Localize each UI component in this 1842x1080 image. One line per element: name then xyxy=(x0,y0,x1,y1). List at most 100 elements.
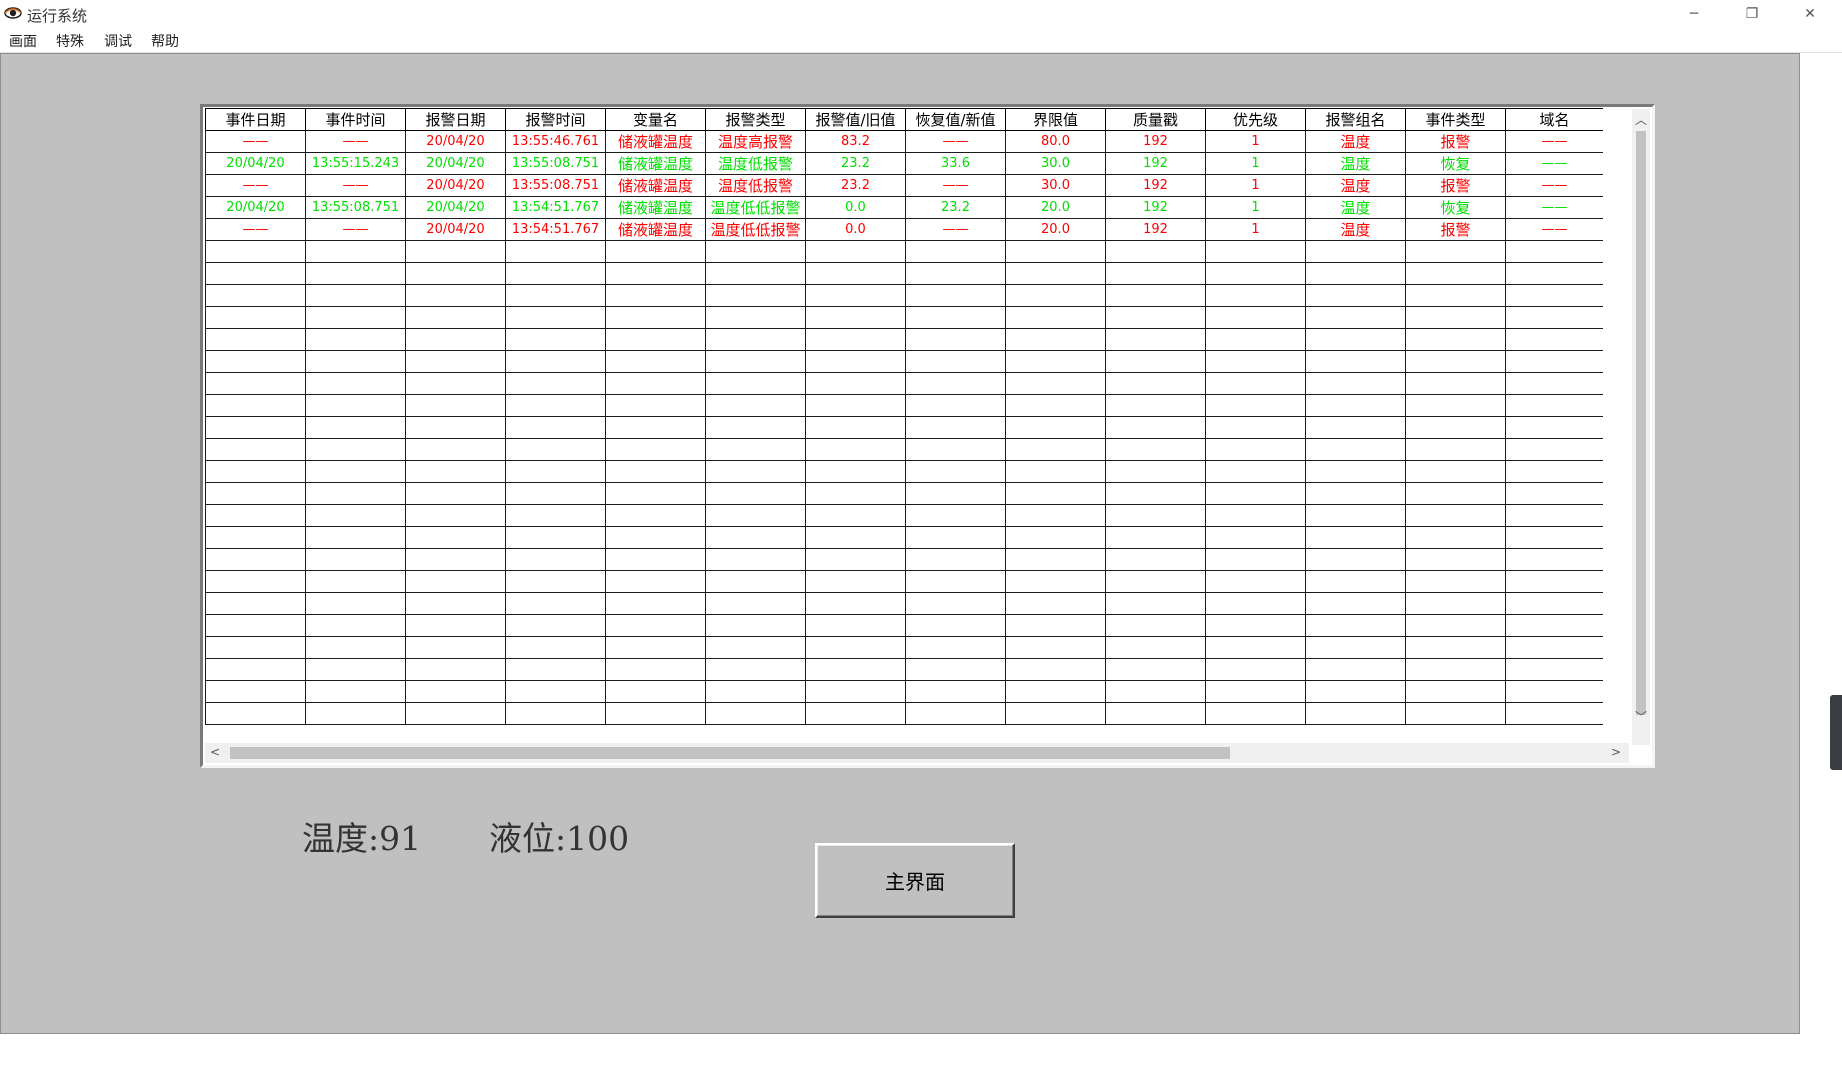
empty-table-row[interactable] xyxy=(205,460,1603,483)
table-cell xyxy=(1305,592,1406,615)
horizontal-scrollbar[interactable]: < > xyxy=(205,743,1629,763)
vertical-scroll-thumb[interactable] xyxy=(1636,131,1646,715)
column-header[interactable]: 变量名 xyxy=(605,108,706,131)
table-cell xyxy=(205,614,306,637)
main-screen-button[interactable]: 主界面 xyxy=(815,843,1015,918)
empty-table-row[interactable] xyxy=(205,680,1603,703)
table-row[interactable]: —— —— 20/04/20 13:55:46.761 储液罐温度 温度高报警 83.2 ——… xyxy=(205,130,1603,153)
table-cell: 温度低低报警 xyxy=(705,218,806,241)
table-cell xyxy=(205,350,306,373)
column-header[interactable]: 报警值/旧值 xyxy=(805,108,906,131)
table-cell xyxy=(905,548,1006,571)
alarm-grid[interactable]: 事件日期 事件时间 报警日期 报警时间 变量名 报警类型 报警值/旧值 恢复值/新值 界限值 质量… xyxy=(205,108,1603,744)
table-cell xyxy=(1005,262,1106,285)
table-cell xyxy=(705,570,806,593)
table-cell xyxy=(605,438,706,461)
empty-table-row[interactable] xyxy=(205,284,1603,307)
scroll-up-icon[interactable]: ︿ xyxy=(1632,111,1650,128)
table-cell: 报警 xyxy=(1405,174,1506,197)
empty-table-row[interactable] xyxy=(205,482,1603,505)
table-row[interactable]: 20/04/20 13:55:15.243 20/04/20 13:55:08.751… xyxy=(205,152,1603,175)
column-header[interactable]: 报警类型 xyxy=(705,108,806,131)
menu-item-help[interactable]: 帮助 xyxy=(151,31,179,51)
table-row[interactable]: 20/04/20 13:55:08.751 20/04/20 13:54:51.767… xyxy=(205,196,1603,219)
table-cell xyxy=(405,328,506,351)
table-row[interactable]: —— —— 20/04/20 13:54:51.767 储液罐温度 温度低低报警 0.0 ——… xyxy=(205,218,1603,241)
table-cell xyxy=(205,482,306,505)
column-header[interactable]: 优先级 xyxy=(1205,108,1306,131)
horizontal-scroll-thumb[interactable] xyxy=(230,747,1230,759)
empty-table-row[interactable] xyxy=(205,526,1603,549)
empty-table-row[interactable] xyxy=(205,570,1603,593)
table-cell xyxy=(1205,526,1306,549)
table-cell xyxy=(1205,394,1306,417)
empty-table-row[interactable] xyxy=(205,350,1603,373)
table-cell xyxy=(605,702,706,725)
table-cell: —— xyxy=(905,218,1006,241)
column-header[interactable]: 报警时间 xyxy=(505,108,606,131)
table-cell xyxy=(1005,350,1106,373)
empty-table-row[interactable] xyxy=(205,438,1603,461)
empty-table-row[interactable] xyxy=(205,614,1603,637)
column-header[interactable]: 报警组名 xyxy=(1305,108,1406,131)
table-cell xyxy=(1305,350,1406,373)
column-header[interactable]: 质量戳 xyxy=(1105,108,1206,131)
table-cell xyxy=(1405,482,1506,505)
close-button[interactable]: ✕ xyxy=(1787,0,1833,28)
minimize-button[interactable]: ─ xyxy=(1671,0,1717,28)
table-cell xyxy=(405,680,506,703)
empty-table-row[interactable] xyxy=(205,592,1603,615)
side-handle[interactable] xyxy=(1830,695,1842,770)
table-cell: 192 xyxy=(1105,218,1206,241)
empty-table-row[interactable] xyxy=(205,328,1603,351)
empty-table-row[interactable] xyxy=(205,394,1603,417)
table-row[interactable]: —— —— 20/04/20 13:55:08.751 储液罐温度 温度低报警 23.2 ——… xyxy=(205,174,1603,197)
table-cell xyxy=(1205,592,1306,615)
column-header[interactable]: 界限值 xyxy=(1005,108,1106,131)
alarm-table-frame: 事件日期 事件时间 报警日期 报警时间 变量名 报警类型 报警值/旧值 恢复值/新值 界限值 质量… xyxy=(200,104,1655,768)
maximize-button[interactable]: ❐ xyxy=(1729,0,1775,28)
menu-item-special[interactable]: 特殊 xyxy=(56,31,84,51)
empty-table-row[interactable] xyxy=(205,548,1603,571)
column-header[interactable]: 事件日期 xyxy=(205,108,306,131)
column-header[interactable]: 域名 xyxy=(1505,108,1603,131)
table-cell xyxy=(1105,526,1206,549)
scroll-left-icon[interactable]: < xyxy=(206,745,224,759)
table-cell: —— xyxy=(305,130,406,153)
table-cell: 30.0 xyxy=(1005,152,1106,175)
table-cell xyxy=(805,306,906,329)
table-cell xyxy=(1205,504,1306,527)
column-header[interactable]: 报警日期 xyxy=(405,108,506,131)
table-cell xyxy=(1205,570,1306,593)
column-header[interactable]: 恢复值/新值 xyxy=(905,108,1006,131)
table-cell xyxy=(705,284,806,307)
table-cell xyxy=(605,240,706,263)
table-cell xyxy=(1405,240,1506,263)
empty-table-row[interactable] xyxy=(205,658,1603,681)
table-cell xyxy=(1305,372,1406,395)
menu-item-screen[interactable]: 画面 xyxy=(9,31,37,51)
column-header[interactable]: 事件类型 xyxy=(1405,108,1506,131)
empty-table-row[interactable] xyxy=(205,372,1603,395)
empty-table-row[interactable] xyxy=(205,240,1603,263)
column-header[interactable]: 事件时间 xyxy=(305,108,406,131)
empty-table-row[interactable] xyxy=(205,504,1603,527)
table-cell xyxy=(505,658,606,681)
vertical-scrollbar[interactable]: ︿ ﹀ xyxy=(1632,109,1650,745)
menu-item-debug[interactable]: 调试 xyxy=(104,31,132,51)
table-cell xyxy=(905,416,1006,439)
table-cell xyxy=(205,658,306,681)
table-cell xyxy=(605,306,706,329)
empty-table-row[interactable] xyxy=(205,416,1603,439)
table-cell xyxy=(1405,438,1506,461)
scroll-right-icon[interactable]: > xyxy=(1607,745,1625,759)
empty-table-row[interactable] xyxy=(205,636,1603,659)
table-cell xyxy=(305,526,406,549)
table-cell xyxy=(1505,658,1603,681)
empty-table-row[interactable] xyxy=(205,306,1603,329)
table-cell xyxy=(205,240,306,263)
empty-table-row[interactable] xyxy=(205,702,1603,725)
scroll-down-icon[interactable]: ﹀ xyxy=(1632,708,1650,725)
table-cell xyxy=(1105,636,1206,659)
empty-table-row[interactable] xyxy=(205,262,1603,285)
